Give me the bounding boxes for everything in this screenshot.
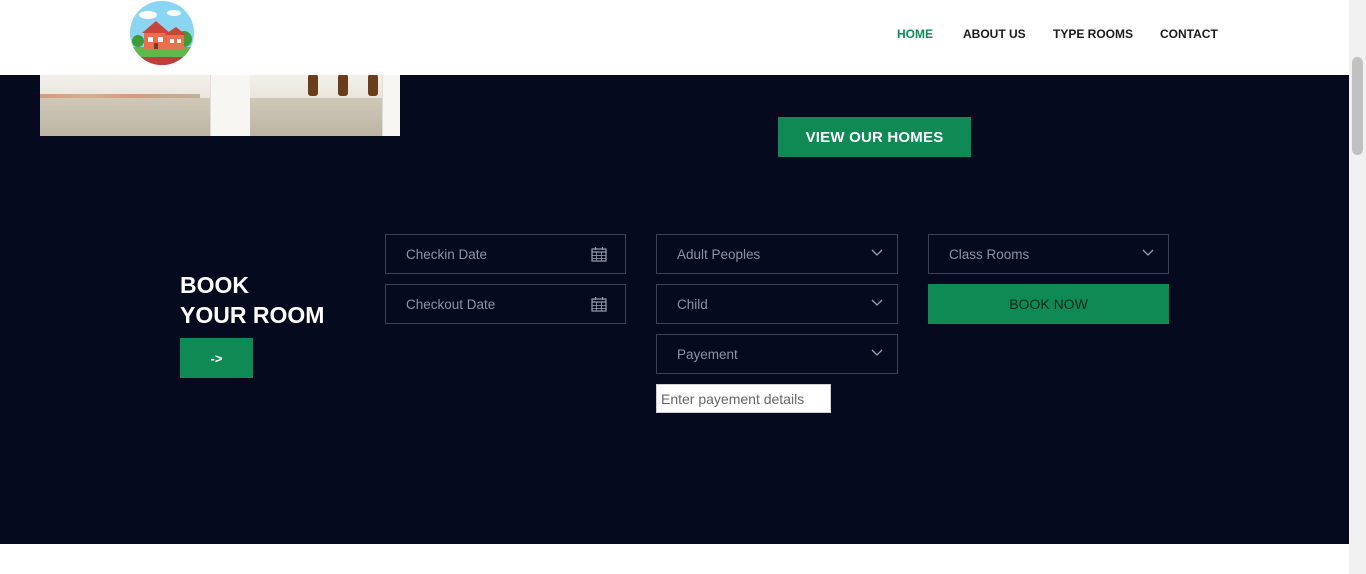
checkin-date-placeholder: Checkin Date <box>406 246 488 262</box>
house-logo[interactable] <box>130 1 194 65</box>
chevron-down-icon <box>1142 249 1154 256</box>
adult-peoples-select[interactable]: Adult Peoples <box>656 234 898 274</box>
chevron-down-icon <box>871 299 883 306</box>
nav-item-contact[interactable]: CONTACT <box>1160 27 1218 41</box>
chevron-down-icon <box>871 349 883 356</box>
calendar-icon <box>591 247 607 262</box>
view-our-homes-button[interactable]: VIEW OUR HOMES <box>778 117 971 157</box>
checkin-date-field[interactable]: Checkin Date <box>385 234 626 274</box>
class-rooms-label: Class Rooms <box>949 246 1030 262</box>
nav-item-type-rooms[interactable]: TYPE ROOMS <box>1053 27 1133 41</box>
scrollbar-thumb[interactable] <box>1352 57 1363 155</box>
payment-select[interactable]: Payement <box>656 334 898 374</box>
book-now-button[interactable]: BOOK NOW <box>928 284 1169 324</box>
calendar-icon <box>591 297 607 312</box>
hero-section: ' ' VIEW OUR HOMES BOOK YOUR ROOM -> Che… <box>0 0 1349 544</box>
child-select[interactable]: Child <box>656 284 898 324</box>
payment-label: Payement <box>677 346 738 362</box>
house-icon <box>130 1 194 65</box>
class-rooms-select[interactable]: Class Rooms <box>928 234 1169 274</box>
adult-peoples-label: Adult Peoples <box>677 246 761 262</box>
nav-item-about-us[interactable]: ABOUT US <box>963 27 1026 41</box>
book-title-line2: YOUR ROOM <box>180 302 325 328</box>
site-header: HOME ABOUT US TYPE ROOMS CONTACT <box>0 0 1349 75</box>
arrow-button[interactable]: -> <box>180 338 253 378</box>
book-title-line1: BOOK <box>180 272 249 298</box>
checkout-date-placeholder: Checkout Date <box>406 296 496 312</box>
chevron-down-icon <box>871 249 883 256</box>
checkout-date-field[interactable]: Checkout Date <box>385 284 626 324</box>
book-your-room-heading: BOOK YOUR ROOM <box>180 270 324 330</box>
nav-item-home[interactable]: HOME <box>897 27 933 41</box>
payment-details-input[interactable] <box>656 384 831 413</box>
child-label: Child <box>677 296 708 312</box>
page-scrollbar[interactable] <box>1349 0 1366 574</box>
